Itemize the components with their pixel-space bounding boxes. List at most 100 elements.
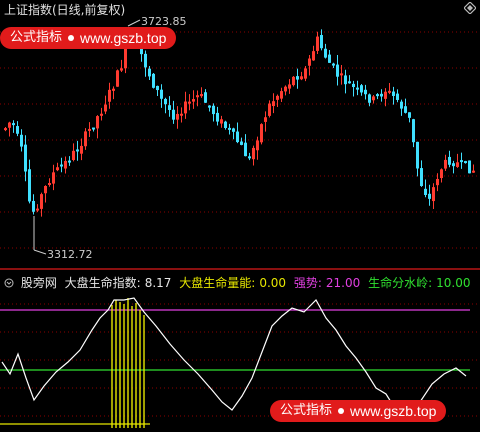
candle-body	[28, 169, 31, 202]
watermark-badge: 公式指标 www.gszb.top	[0, 27, 177, 49]
collapse-circle-icon[interactable]	[4, 278, 14, 288]
candle-body	[168, 105, 171, 110]
candle-body	[68, 160, 71, 163]
candle-body	[12, 123, 15, 126]
candle-body	[120, 68, 123, 71]
candle-body	[32, 200, 35, 212]
watermark-site: www.gszb.top	[80, 30, 167, 46]
settings-diamond-icon[interactable]	[464, 2, 476, 14]
candle-body	[216, 112, 219, 122]
candle-body	[384, 91, 387, 99]
candle-body	[44, 186, 47, 194]
candle-body	[404, 106, 407, 113]
candle-body	[144, 53, 147, 68]
candle-body	[76, 149, 79, 152]
candle-body	[48, 183, 51, 186]
candle-body	[276, 95, 279, 100]
candle-body	[436, 178, 439, 186]
candle-body	[108, 89, 111, 102]
candle-body	[300, 76, 303, 80]
candle-body	[388, 90, 391, 93]
candle-body	[372, 96, 375, 101]
candle-body	[440, 169, 443, 179]
indicator-panel[interactable]: 股旁网 大盘生命指数: 8.17 大盘生命量能: 0.00 强势: 21.00 生命分…	[0, 270, 480, 428]
candle-body	[344, 75, 347, 85]
candle-body	[56, 167, 59, 171]
legend-divide-label: 生命分水岭:	[368, 276, 433, 290]
legend-index-value: 8.17	[144, 276, 172, 290]
candle-body	[112, 88, 115, 91]
candle-body	[244, 142, 247, 157]
candle-body	[320, 35, 323, 49]
candle-body	[420, 168, 423, 187]
candle-body	[116, 70, 119, 87]
candlestick-panel[interactable]: 3723.85 3312.72 上证指数(日线,前复权) 公式指标 www.gsz…	[0, 0, 480, 268]
candle-body	[312, 51, 315, 61]
candle-body	[124, 48, 127, 69]
candle-body	[156, 85, 159, 91]
legend-divide-value: 10.00	[436, 276, 471, 290]
chart-title: 上证指数(日线,前复权)	[4, 3, 126, 17]
legend-strong-value: 21.00	[325, 276, 361, 290]
candle-body	[356, 87, 359, 90]
candle-body	[148, 68, 151, 77]
candle-body	[100, 113, 103, 116]
candle-body	[64, 160, 67, 169]
candle-body	[256, 140, 259, 151]
candle-body	[296, 76, 299, 80]
candle-body	[316, 36, 319, 51]
candle-body	[208, 105, 211, 108]
legend-index-label: 大盘生命指数:	[64, 276, 141, 290]
candle-body	[292, 76, 295, 86]
badge-dot-icon	[338, 408, 345, 414]
watermark-badge-bottom: 公式指标 www.gszb.top	[270, 400, 447, 422]
candle-body	[396, 93, 399, 100]
candle-body	[220, 119, 223, 124]
candle-body	[264, 117, 267, 122]
candle-body	[196, 95, 199, 98]
candle-body	[308, 58, 311, 66]
candle-body	[248, 156, 251, 159]
candle-body	[280, 91, 283, 99]
low-price-label: 3312.72	[47, 248, 93, 261]
indicator-legend: 股旁网 大盘生命指数: 8.17 大盘生命量能: 0.00 强势: 21.00 生命分…	[4, 274, 475, 291]
badge-dot-icon	[68, 35, 75, 41]
candle-body	[224, 121, 227, 128]
candle-body	[212, 105, 215, 115]
candle-body	[424, 188, 427, 195]
candle-body	[288, 84, 291, 89]
candle-body	[272, 101, 275, 107]
candle-body	[172, 109, 175, 120]
candle-body	[376, 94, 379, 97]
candle-body	[428, 193, 431, 199]
candle-body	[408, 112, 411, 118]
candle-body	[96, 116, 99, 129]
candle-body	[160, 89, 163, 99]
candle-body	[340, 73, 343, 76]
candle-body	[268, 103, 271, 116]
candle-body	[92, 127, 95, 130]
candle-body	[60, 164, 63, 167]
candle-body	[4, 128, 7, 131]
indicator-name: 股旁网	[20, 276, 57, 290]
candle-body	[392, 91, 395, 96]
candle-body	[232, 128, 235, 132]
candle-body	[52, 172, 55, 184]
candle-body	[176, 113, 179, 120]
candle-body	[88, 128, 91, 131]
legend-volume-label: 大盘生命量能:	[179, 276, 256, 290]
high-marker-line	[127, 19, 141, 27]
candle-body	[24, 144, 27, 172]
candle-body	[324, 48, 327, 58]
candle-body	[348, 81, 351, 84]
candle-body	[332, 63, 335, 66]
candle-body	[80, 145, 83, 154]
candle-body	[184, 101, 187, 114]
candle-body	[204, 92, 207, 103]
candle-body	[20, 134, 23, 147]
candle-body	[432, 187, 435, 202]
candle-body	[192, 99, 195, 102]
candle-body	[444, 159, 447, 169]
watermark-brand: 公式指标	[10, 30, 63, 45]
candle-body	[228, 127, 231, 130]
